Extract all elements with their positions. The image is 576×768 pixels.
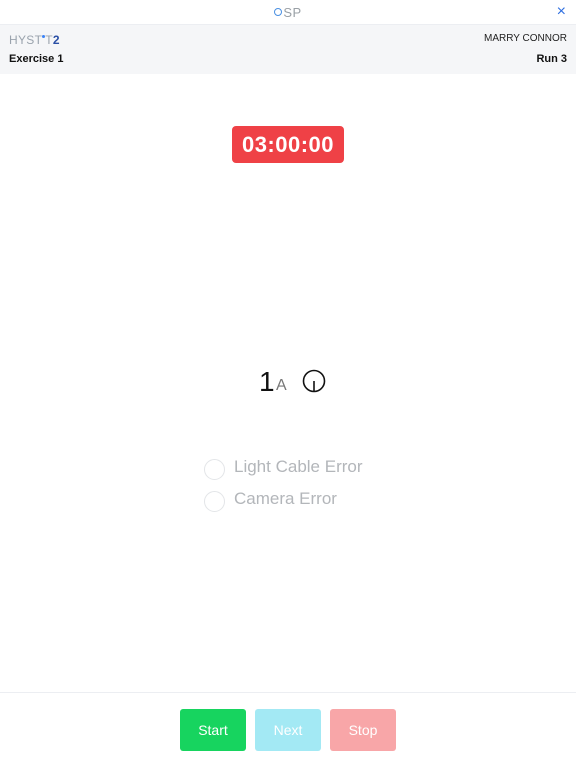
light-cable-radio[interactable] bbox=[204, 459, 225, 480]
brand-logo: HYST T2 bbox=[9, 33, 60, 47]
position-letter: A bbox=[276, 377, 287, 394]
error-label: Camera Error bbox=[234, 489, 337, 508]
brand-suffix: 2 bbox=[52, 33, 60, 47]
user-name: MARRY CONNOR bbox=[484, 33, 567, 44]
start-button[interactable]: Start bbox=[180, 709, 246, 751]
exercise-label: Exercise 1 bbox=[9, 53, 64, 65]
brand-mid: T bbox=[45, 33, 53, 47]
position-number: 1 bbox=[259, 366, 275, 397]
stop-button[interactable]: Stop bbox=[330, 709, 396, 751]
countdown-timer: 03:00:00 bbox=[232, 126, 344, 163]
logo-dot-icon bbox=[274, 8, 283, 16]
app-screen: SP × HYST T2 MARRY CONNOR Exercise 1 Run … bbox=[0, 0, 576, 768]
app-logo: SP bbox=[0, 5, 576, 20]
clock-icon bbox=[302, 369, 326, 393]
session-info-bar: HYST T2 MARRY CONNOR Exercise 1 Run 3 bbox=[0, 25, 576, 74]
footer-divider bbox=[0, 692, 576, 693]
run-label: Run 3 bbox=[536, 53, 567, 65]
next-button[interactable]: Next bbox=[255, 709, 321, 751]
camera-radio[interactable] bbox=[204, 491, 225, 512]
brand-prefix: HYST bbox=[9, 33, 43, 47]
error-label: Light Cable Error bbox=[234, 457, 363, 476]
logo-text: SP bbox=[283, 5, 302, 20]
top-bar: SP × bbox=[0, 0, 576, 25]
close-icon[interactable]: × bbox=[557, 4, 566, 20]
